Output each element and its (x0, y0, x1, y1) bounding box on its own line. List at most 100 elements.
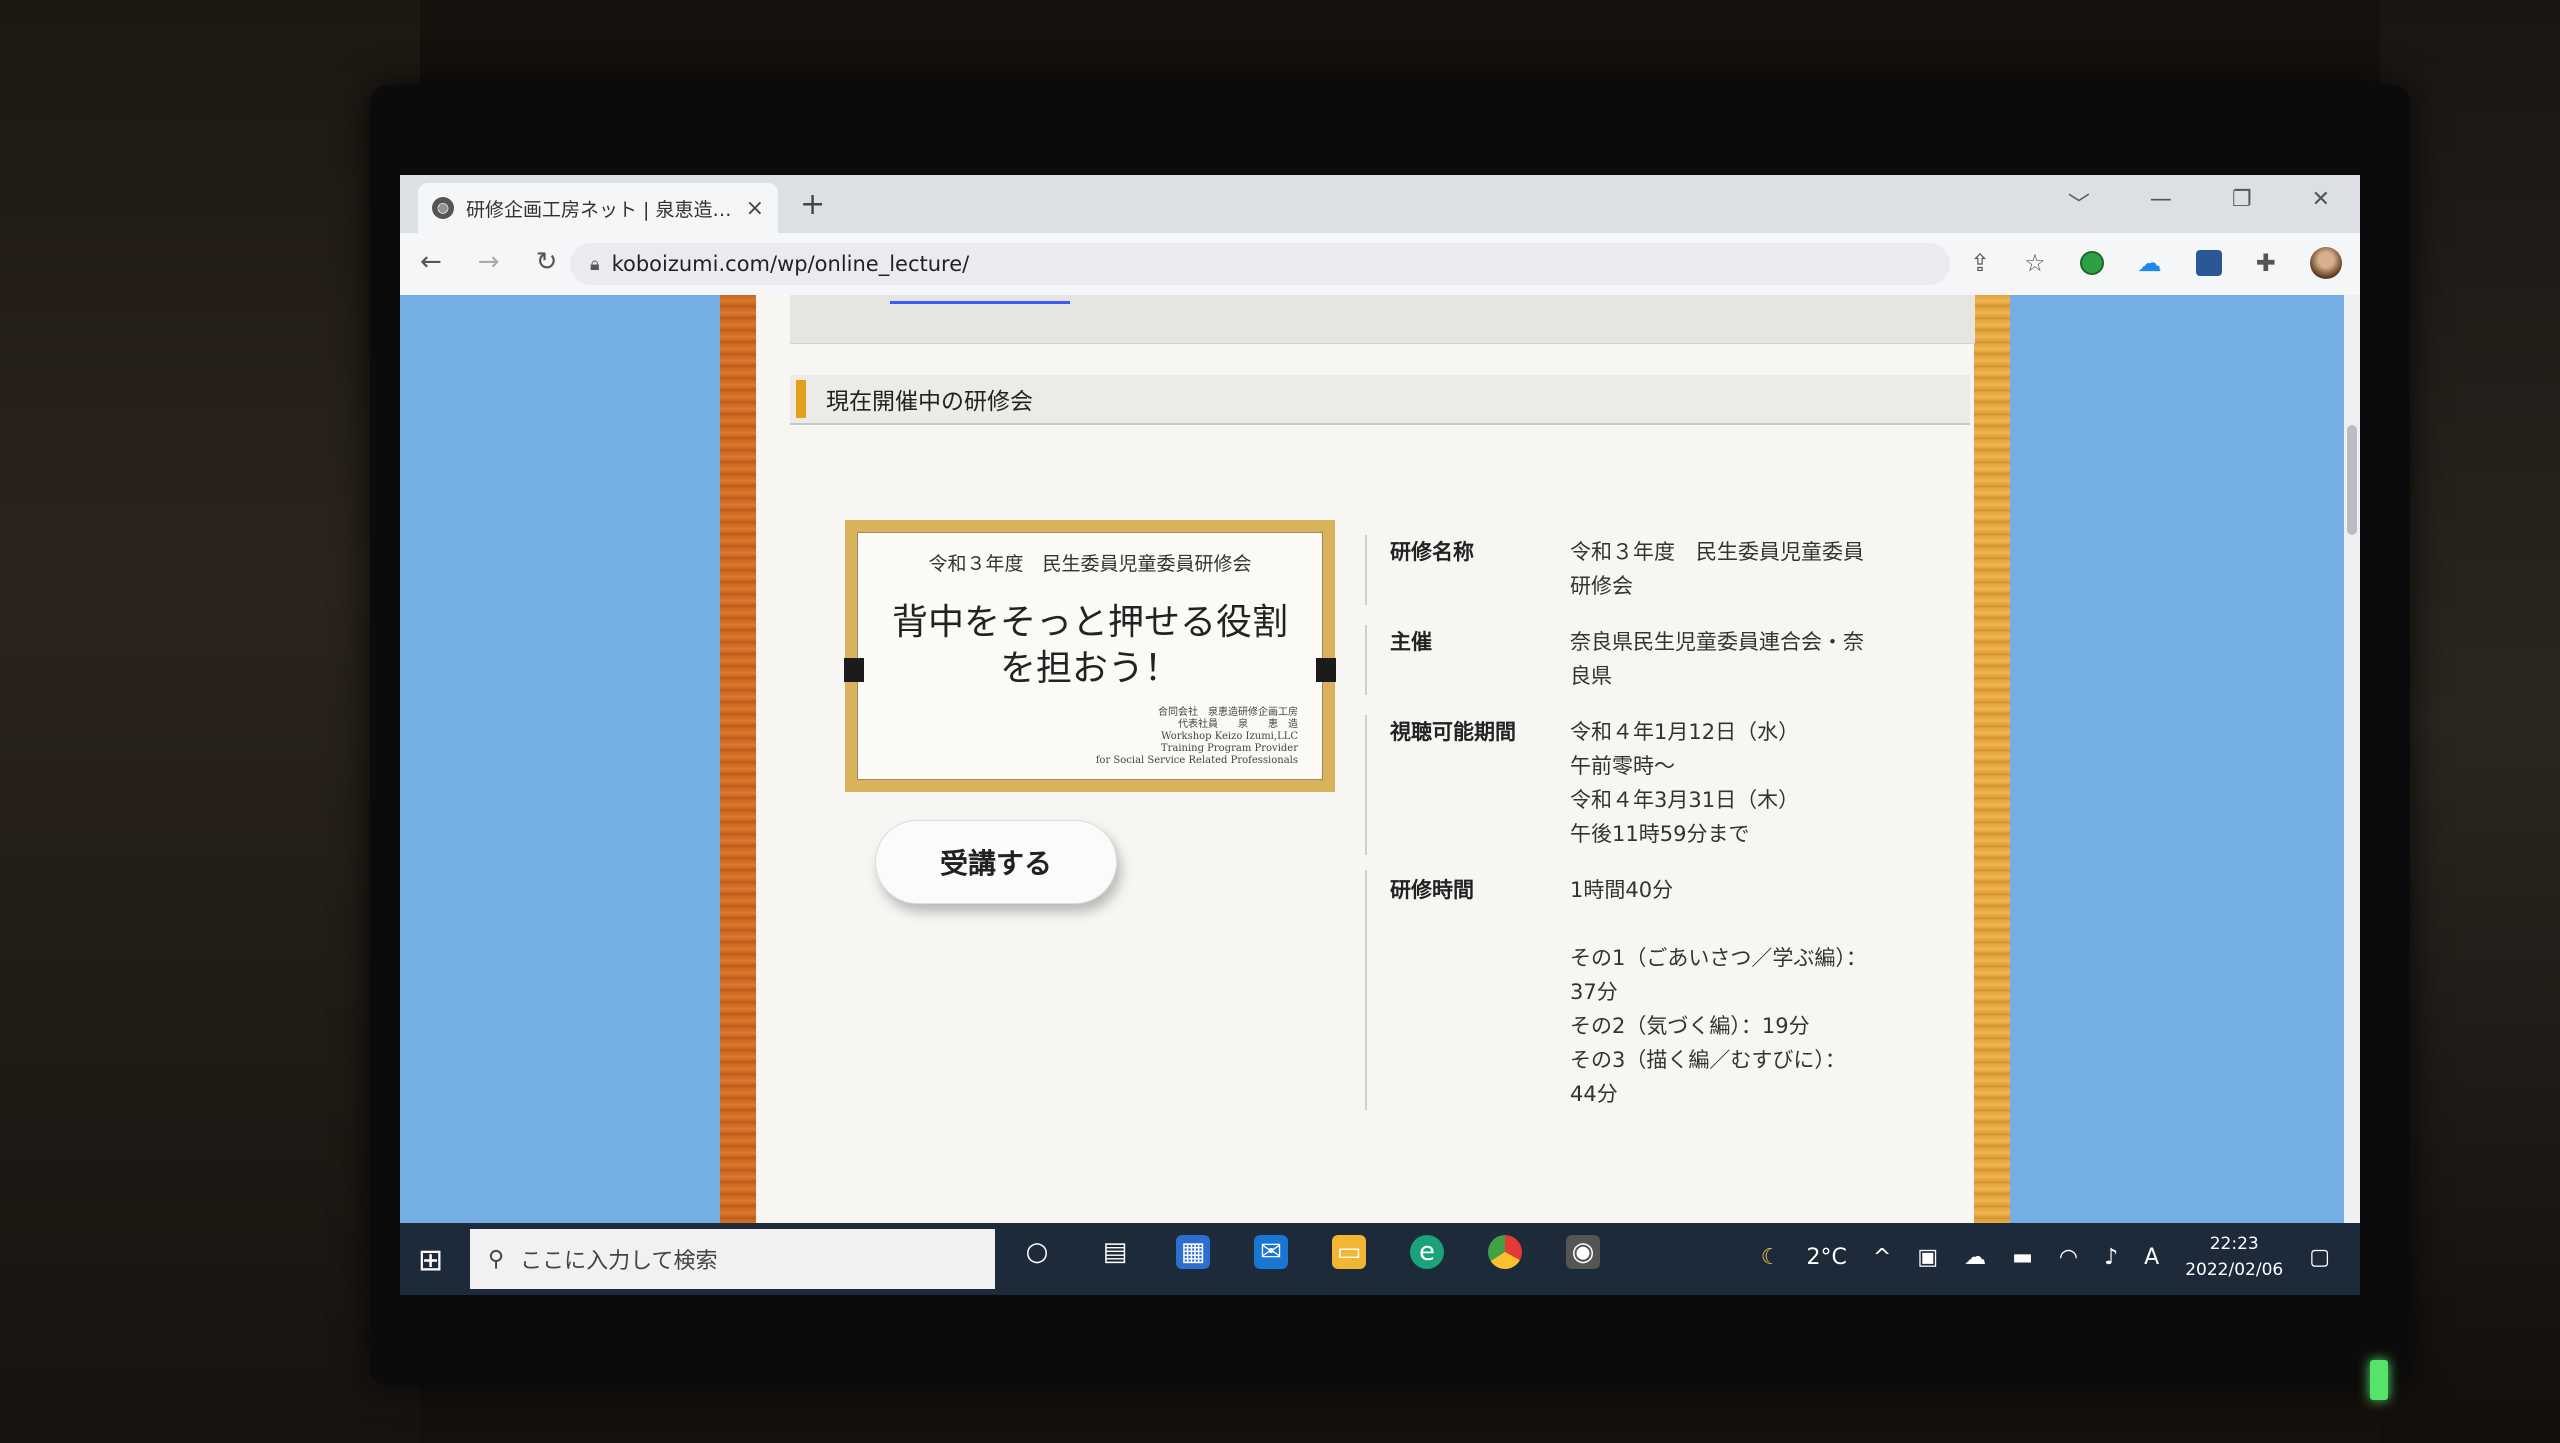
info-row-period: 視聴可能期間 令和４年1月12日（水） 午前零時～ 令和４年3月31日（木） 午… (1390, 715, 1930, 851)
system-tray: ☾ 2°C ^ ▣ ☁ ▬ ◠ ♪ A 22:23 2022/02/06 ▢ (1761, 1231, 2330, 1283)
info-value-line: 良県 (1570, 664, 1612, 688)
info-value-line: 研修会 (1570, 574, 1633, 598)
info-value-line: 午後11時59分まで (1570, 822, 1750, 846)
onedrive-tray-icon[interactable]: ☁ (1964, 1245, 1986, 1270)
vertical-scrollbar[interactable] (2344, 295, 2360, 1223)
info-divider (1365, 870, 1367, 1110)
url-text: koboizumi.com/wp/online_lecture/ (611, 252, 970, 276)
weather-moon-icon[interactable]: ☾ (1761, 1245, 1781, 1270)
nav-buttons: ← → ↻ (420, 247, 557, 277)
bookmark-star-icon[interactable]: ☆ (2024, 249, 2046, 277)
info-row-duration: 研修時間 1時間40分 その1（ごあいさつ／学ぶ編）： 37分 その2（気づく編… (1390, 873, 1930, 1111)
wood-border-left (720, 295, 756, 1223)
globe-icon: ◍ (432, 197, 454, 219)
back-icon[interactable]: ← (420, 247, 442, 277)
info-value-line: 令和４年3月31日（木） (1570, 788, 1800, 812)
task-view-icon[interactable]: ▤ (1098, 1235, 1132, 1269)
background-left (0, 0, 420, 1443)
clock-time: 22:23 (2209, 1234, 2259, 1254)
tab-bar: ◍ 研修企画工房ネット | 泉恵造研修企画工房 × + ﹀ — ❐ ✕ (400, 175, 2360, 233)
info-value-line: 1時間40分 (1570, 878, 1674, 902)
banner-org: 合同会社 泉恵造研修企画工房 代表社員 泉 恵 造 Workshop Keizo… (1096, 707, 1298, 767)
wood-border-right (1974, 295, 2010, 1223)
lecture-info: 研修名称 令和３年度 民生委員児童委員 研修会 主催 奈良県民生児童委員連合会・… (1390, 535, 1930, 1111)
info-value-line: 令和３年度 民生委員児童委員 (1570, 540, 1864, 564)
extension-box-icon[interactable] (2195, 250, 2222, 276)
taskbar-search-placeholder: ここに入力して検索 (520, 1249, 718, 1274)
new-tab-button[interactable]: + (800, 187, 825, 222)
info-value-line: 奈良県民生児童委員連合会・奈 (1570, 630, 1864, 654)
section-heading: 現在開催中の研修会 (790, 375, 1970, 425)
enroll-button[interactable]: 受講する (875, 820, 1117, 904)
top-strip (790, 295, 1975, 344)
reload-icon[interactable]: ↻ (536, 247, 558, 277)
tab-search-icon[interactable]: ﹀ (2068, 187, 2090, 219)
info-value-line: その2（気づく編）：19分 (1570, 1014, 1810, 1038)
file-explorer-icon[interactable]: ▭ (1332, 1235, 1366, 1269)
share-icon[interactable]: ⇪ (1970, 249, 1990, 277)
taskbar-apps: ○ ▤ ▦ ✉ ▭ e ◉ (1020, 1235, 1600, 1269)
profile-avatar[interactable] (2309, 247, 2342, 279)
info-value: 1時間40分 その1（ごあいさつ／学ぶ編）： 37分 その2（気づく編）：19分… (1570, 873, 1930, 1111)
toolbar-icons: ⇪ ☆ ☁ ✚ ⋮ (1970, 247, 2360, 279)
battery-icon[interactable]: ▬ (2012, 1245, 2033, 1270)
edge-icon[interactable]: e (1410, 1235, 1444, 1269)
info-label: 研修時間 (1390, 878, 1474, 902)
tab-title: 研修企画工房ネット | 泉恵造研修企画工房 (466, 198, 734, 221)
banner-title-line1: 背中をそっと押せる役割 (891, 602, 1288, 643)
taskbar-search[interactable]: ⚲ ここに入力して検索 (470, 1229, 995, 1289)
notification-icon[interactable]: ▢ (2309, 1245, 2330, 1270)
info-value-line: その3（描く編／むすびに）： (1570, 1048, 1846, 1072)
weather-temp[interactable]: 2°C (1807, 1245, 1847, 1270)
windows-start-icon[interactable]: ⊞ (418, 1243, 443, 1278)
windows-taskbar: ⊞ ⚲ ここに入力して検索 ○ ▤ ▦ ✉ ▭ e ◉ ☾ 2°C ^ ▣ ☁ … (400, 1223, 2360, 1295)
clock-date: 2022/02/06 (2185, 1260, 2284, 1280)
minimize-icon[interactable]: — (2150, 187, 2172, 219)
section-heading-text: 現在開催中の研修会 (826, 389, 1033, 415)
volume-icon[interactable]: ♪ (2104, 1245, 2118, 1270)
forward-icon[interactable]: → (478, 247, 500, 277)
info-value: 奈良県民生児童委員連合会・奈 良県 (1570, 625, 1930, 693)
page-viewport: 現在開催中の研修会 令和３年度 民生委員児童委員研修会 背中をそっと押せる役割 … (400, 295, 2360, 1223)
extension-green-icon[interactable] (2079, 251, 2104, 275)
lock-icon: 🔒︎ (590, 253, 600, 275)
info-divider (1365, 625, 1367, 695)
info-divider (1365, 535, 1367, 605)
banner-org-line: Workshop Keizo Izumi,LLC (1161, 731, 1298, 742)
mail-icon[interactable]: ✉ (1254, 1235, 1288, 1269)
store-icon[interactable]: ▦ (1176, 1235, 1210, 1269)
onedrive-icon[interactable]: ☁ (2138, 249, 2162, 277)
ime-indicator[interactable]: A (2144, 1245, 2159, 1270)
info-label: 主催 (1390, 630, 1432, 654)
close-window-icon[interactable]: ✕ (2312, 187, 2330, 219)
wifi-icon[interactable]: ◠ (2059, 1245, 2078, 1270)
scroll-thumb[interactable] (2347, 425, 2357, 535)
banner-org-line: for Social Service Related Professionals (1095, 755, 1298, 766)
puzzle-icon[interactable]: ✚ (2256, 249, 2276, 277)
info-value-line: 44分 (1570, 1082, 1618, 1106)
search-icon: ⚲ (488, 1246, 505, 1272)
banner-title-line2: を担おう！ (999, 648, 1180, 689)
banner-org-line: 合同会社 泉恵造研修企画工房 (1158, 707, 1298, 718)
info-value-line: 午前零時～ (1570, 754, 1675, 778)
info-value-line: 令和４年1月12日（水） (1570, 720, 1800, 744)
lecture-banner[interactable]: 令和３年度 民生委員児童委員研修会 背中をそっと押せる役割 を担おう！ 合同会社… (844, 520, 1336, 792)
page-content: 現在開催中の研修会 令和３年度 民生委員児童委員研修会 背中をそっと押せる役割 … (720, 295, 2010, 1223)
url-field[interactable]: 🔒︎ koboizumi.com/wp/online_lecture/ (570, 243, 1950, 285)
chrome-icon[interactable] (1488, 1235, 1522, 1269)
info-label: 研修名称 (1390, 540, 1474, 564)
banner-title: 背中をそっと押せる役割 を担おう！ (858, 600, 1322, 692)
restore-icon[interactable]: ❐ (2232, 187, 2252, 219)
browser-tab[interactable]: ◍ 研修企画工房ネット | 泉恵造研修企画工房 × (418, 183, 778, 233)
tab-close-icon[interactable]: × (746, 196, 764, 221)
banner-peg-left (844, 658, 864, 682)
meet-icon[interactable]: ▣ (1917, 1245, 1938, 1270)
banner-org-line: 代表社員 泉 恵 造 (1178, 719, 1298, 730)
cortana-icon[interactable]: ○ (1020, 1235, 1054, 1269)
camera-icon[interactable]: ◉ (1566, 1235, 1600, 1269)
info-value: 令和３年度 民生委員児童委員 研修会 (1570, 535, 1930, 603)
info-label: 視聴可能期間 (1390, 720, 1516, 744)
taskbar-clock[interactable]: 22:23 2022/02/06 (2185, 1231, 2283, 1283)
banner-org-line: Training Program Provider (1160, 743, 1298, 754)
tray-chevron-icon[interactable]: ^ (1873, 1245, 1891, 1270)
